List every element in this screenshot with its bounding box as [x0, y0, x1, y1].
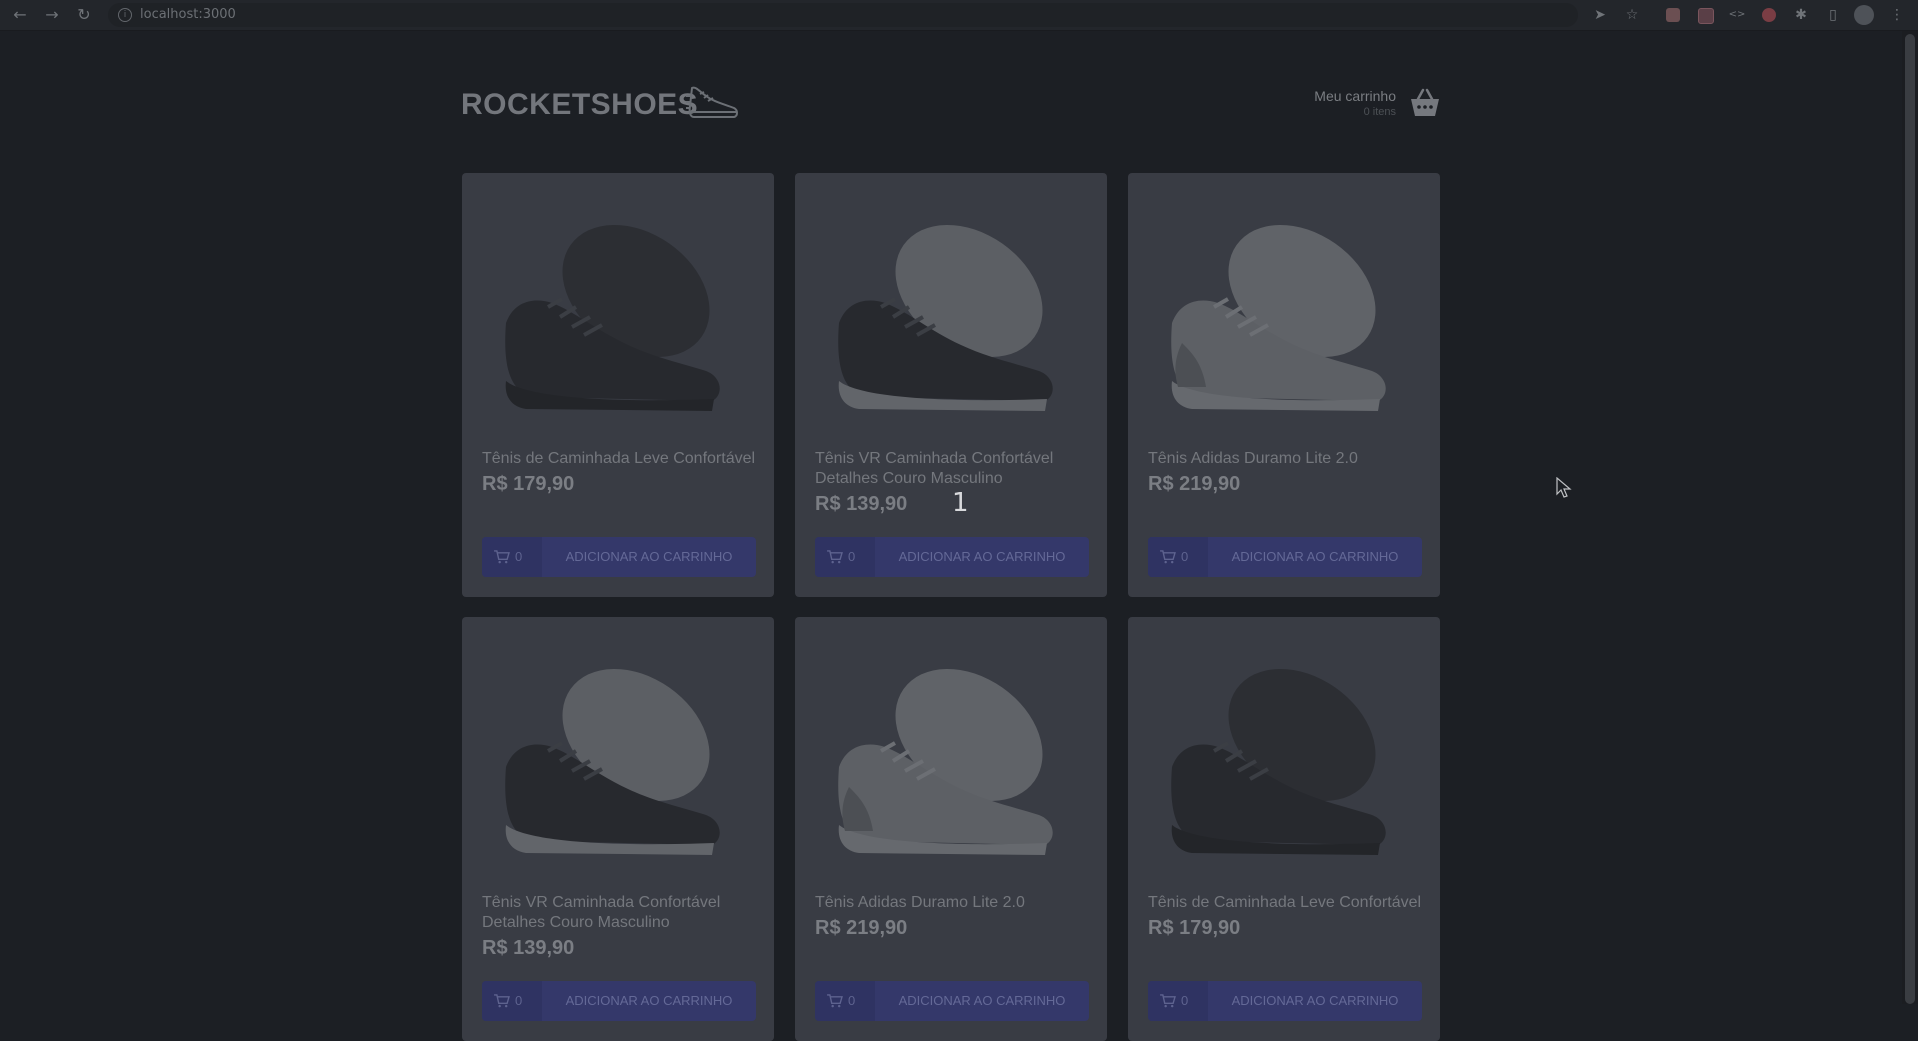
product-title: Tênis VR Caminhada Confortável Detalhes …: [482, 894, 721, 931]
product-price: R$ 179,90: [482, 473, 575, 495]
scrollbar-thumb[interactable]: [1905, 34, 1915, 1004]
address-bar[interactable]: i localhost:3000: [108, 3, 1578, 27]
extension-1-icon[interactable]: [1666, 8, 1680, 22]
product-title: Tênis Adidas Duramo Lite 2.0: [815, 894, 1025, 911]
back-arrow-icon[interactable]: ←: [9, 4, 31, 26]
cart-quantity-area: 0: [1148, 537, 1208, 577]
cart-quantity: 0: [515, 549, 523, 564]
product-price: R$ 219,90: [1148, 473, 1241, 495]
product-title: Tênis de Caminhada Leve Confortável: [1148, 894, 1422, 911]
cart-quantity: 0: [515, 993, 523, 1008]
extension-2-icon[interactable]: [1698, 8, 1714, 24]
cart-quantity-area: 0: [815, 981, 875, 1021]
add-to-cart-button[interactable]: 0 ADICIONAR AO CARRINHO: [482, 981, 756, 1021]
add-to-cart-label: ADICIONAR AO CARRINHO: [898, 549, 1066, 564]
product-card: Tênis de Caminhada Leve Confortável R$ 1…: [1128, 617, 1440, 1041]
add-to-cart-button[interactable]: 0 ADICIONAR AO CARRINHO: [815, 981, 1089, 1021]
product-price: R$ 139,90: [482, 937, 575, 959]
product-image: [503, 647, 737, 857]
product-card: Tênis VR Caminhada Confortável Detalhes …: [462, 617, 774, 1041]
add-to-cart-label: ADICIONAR AO CARRINHO: [565, 549, 733, 564]
product-image: [1169, 647, 1403, 857]
product-card: Tênis Adidas Duramo Lite 2.0 R$ 219,90 0…: [795, 617, 1107, 1041]
cart-quantity-area: 0: [482, 981, 542, 1021]
sneaker-logo-icon[interactable]: [686, 82, 740, 122]
product-image: [836, 203, 1070, 413]
cart-plus-icon: [1160, 994, 1176, 1008]
cart-plus-icon: [494, 550, 510, 564]
product-card: Tênis de Caminhada Leve Confortável R$ 1…: [462, 173, 774, 597]
cart-quantity: 0: [848, 993, 856, 1008]
profile-avatar-icon[interactable]: [1854, 5, 1874, 25]
cart-link[interactable]: Meu carrinho 0 itens: [1280, 84, 1446, 124]
add-to-cart-label: ADICIONAR AO CARRINHO: [898, 993, 1066, 1008]
cart-title: Meu carrinho: [1314, 88, 1396, 104]
overlay-number: 1: [952, 488, 969, 518]
add-to-cart-button[interactable]: 0 ADICIONAR AO CARRINHO: [1148, 981, 1422, 1021]
product-title: Tênis de Caminhada Leve Confortável: [482, 450, 756, 467]
product-card: Tênis Adidas Duramo Lite 2.0 R$ 219,90 0…: [1128, 173, 1440, 597]
forward-arrow-icon[interactable]: →: [41, 4, 63, 26]
add-to-cart-label: ADICIONAR AO CARRINHO: [1231, 993, 1399, 1008]
cart-plus-icon: [827, 994, 843, 1008]
cart-quantity: 0: [1181, 549, 1189, 564]
send-icon[interactable]: ➤: [1589, 4, 1611, 26]
info-icon[interactable]: i: [118, 8, 132, 22]
cart-quantity: 0: [1181, 993, 1189, 1008]
cart-plus-icon: [1160, 550, 1176, 564]
cart-quantity-area: 0: [815, 537, 875, 577]
product-price: R$ 179,90: [1148, 917, 1241, 939]
cart-plus-icon: [827, 550, 843, 564]
cart-quantity: 0: [848, 549, 856, 564]
url-text[interactable]: localhost:3000: [140, 7, 236, 22]
product-title: Tênis Adidas Duramo Lite 2.0: [1148, 450, 1358, 467]
product-card: Tênis VR Caminhada Confortável Detalhes …: [795, 173, 1107, 597]
cart-plus-icon: [494, 994, 510, 1008]
add-to-cart-button[interactable]: 0 ADICIONAR AO CARRINHO: [815, 537, 1089, 577]
add-to-cart-button[interactable]: 0 ADICIONAR AO CARRINHO: [482, 537, 756, 577]
shopping-basket-icon: [1411, 88, 1439, 116]
cart-quantity-area: 0: [1148, 981, 1208, 1021]
logo-text[interactable]: ROCKETSHOES: [461, 88, 698, 122]
cart-quantity-area: 0: [482, 537, 542, 577]
add-to-cart-label: ADICIONAR AO CARRINHO: [1231, 549, 1399, 564]
product-image: [836, 647, 1070, 857]
product-price: R$ 219,90: [815, 917, 908, 939]
add-to-cart-button[interactable]: 0 ADICIONAR AO CARRINHO: [1148, 537, 1422, 577]
extensions-puzzle-icon[interactable]: ✱: [1790, 4, 1812, 26]
product-image: [1169, 203, 1403, 413]
code-extension-icon[interactable]: <>: [1726, 4, 1748, 26]
reload-icon[interactable]: ↻: [73, 4, 95, 26]
product-image: [503, 203, 737, 413]
side-panel-icon[interactable]: ▯: [1822, 4, 1844, 26]
extension-3-icon[interactable]: [1762, 8, 1776, 22]
browser-menu-icon[interactable]: ⋮: [1886, 4, 1908, 26]
bookmark-star-icon[interactable]: ☆: [1621, 4, 1643, 26]
cart-item-count: 0 itens: [1363, 106, 1396, 118]
add-to-cart-label: ADICIONAR AO CARRINHO: [565, 993, 733, 1008]
browser-toolbar: ← → ↻ i localhost:3000 ➤ ☆ <> ✱ ▯ ⋮: [0, 0, 1918, 31]
mouse-cursor-icon: [1556, 477, 1572, 498]
product-price: R$ 139,90: [815, 493, 908, 515]
product-title: Tênis VR Caminhada Confortável Detalhes …: [815, 450, 1054, 487]
